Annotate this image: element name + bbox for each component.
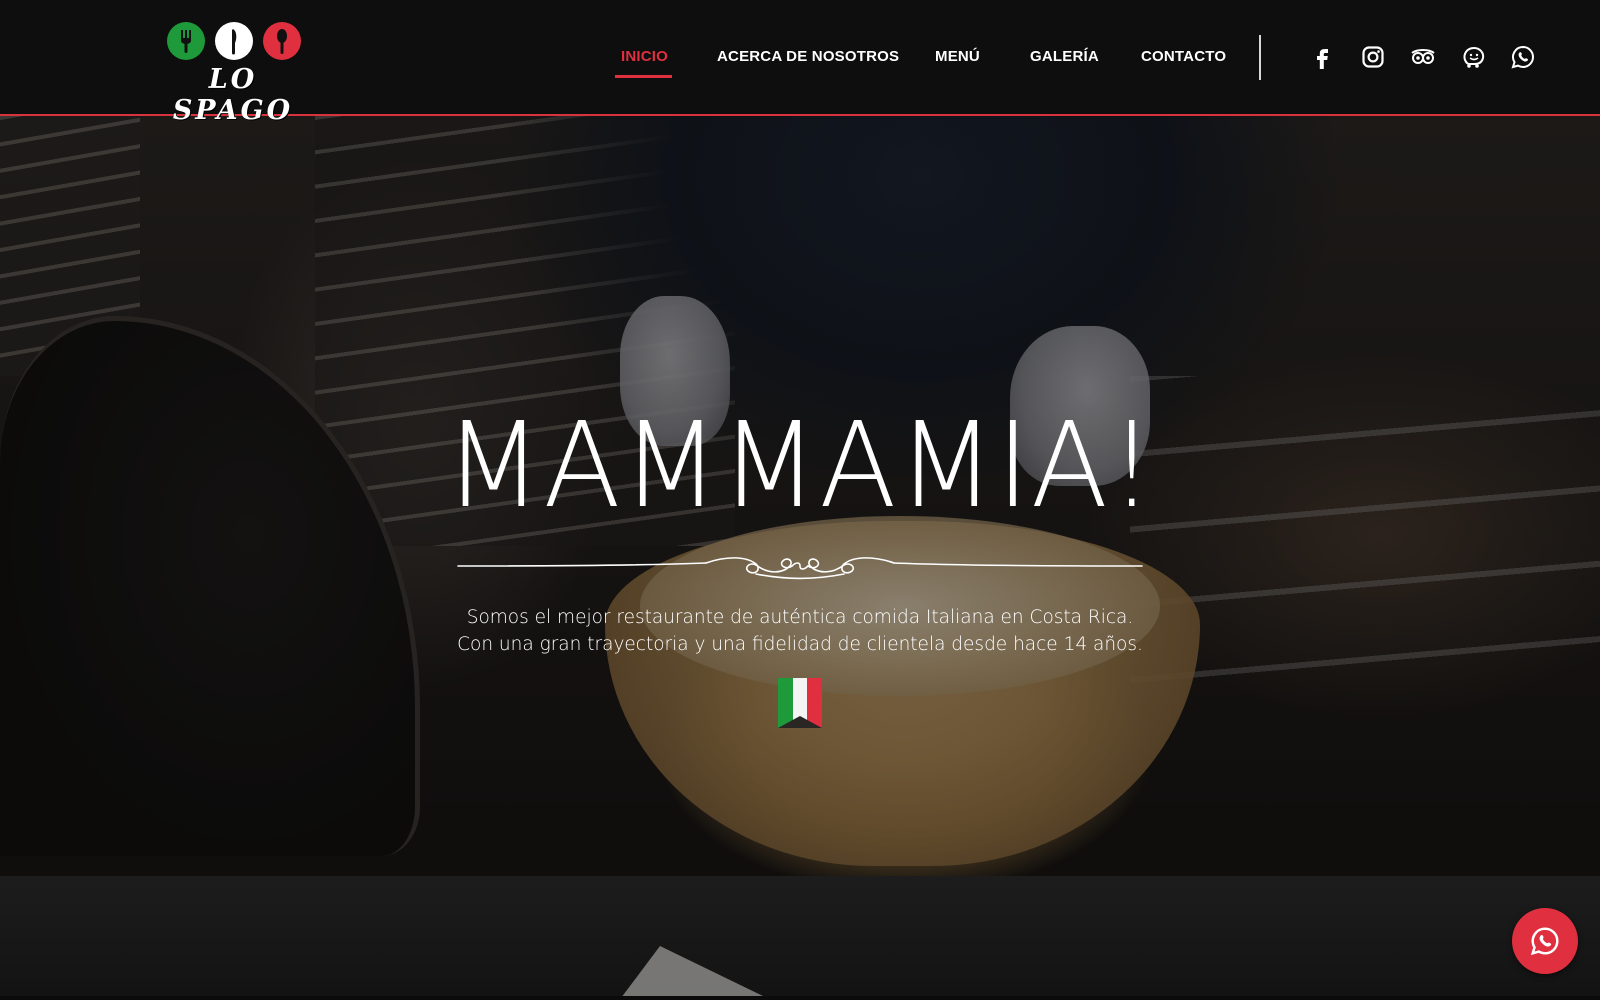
waze-icon[interactable] (1460, 44, 1486, 70)
nav-active-indicator (615, 75, 672, 78)
flourish-divider-icon (457, 557, 1143, 580)
nav-divider (1259, 35, 1261, 80)
tripadvisor-icon[interactable] (1410, 44, 1436, 70)
instagram-icon[interactable] (1360, 44, 1386, 70)
hero-subtitle-line-1: Somos el mejor restaurante de auténtica … (466, 607, 1134, 628)
whatsapp-icon[interactable] (1510, 44, 1536, 70)
whatsapp-chat-button[interactable] (1512, 908, 1578, 974)
nav-galeria[interactable]: GALERÍA (1030, 48, 1099, 65)
nav-acerca-de-nosotros[interactable]: ACERCA DE NOSOTROS (717, 48, 899, 65)
site-header: LO SPAGO INICIO ACERCA DE NOSOTROS MENÚ … (0, 0, 1600, 126)
italian-flag-ribbon-icon (778, 678, 822, 728)
facebook-icon[interactable] (1310, 44, 1336, 70)
nav-menu[interactable]: MENÚ (935, 48, 980, 65)
main-nav: INICIO ACERCA DE NOSOTROS MENÚ GALERÍA C… (0, 0, 1600, 112)
hero-section: MAMMAMIA! Somos el mejor restaurante de … (0, 116, 1600, 996)
hero-subtitle-line-2: Con una gran trayectoria y una fidelidad… (457, 634, 1143, 655)
hero-title: MAMMAMIA! (444, 396, 1156, 534)
whatsapp-icon (1530, 927, 1559, 956)
nav-contacto[interactable]: CONTACTO (1141, 48, 1226, 65)
hero-subtitle: Somos el mejor restaurante de auténtica … (300, 604, 1300, 658)
nav-inicio[interactable]: INICIO (621, 48, 668, 65)
